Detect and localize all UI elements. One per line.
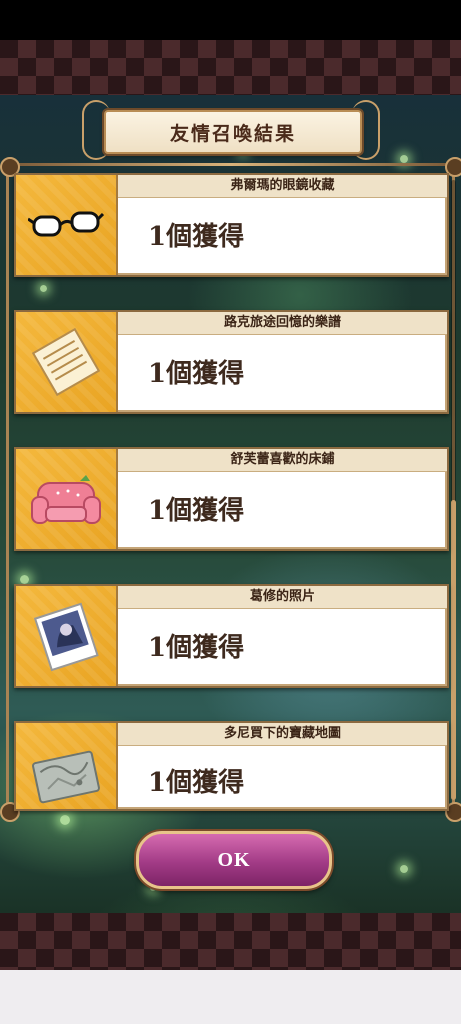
result-card: 葛修的照片 1個獲得 [14,584,449,688]
status-bar [0,0,461,40]
item-count: 1個獲得 [148,768,245,798]
frame-left [6,162,9,812]
item-name: 路克旅途回憶的樂譜 [118,312,447,335]
ok-button[interactable]: OK [136,831,332,889]
item-name: 弗爾瑪的眼鏡收藏 [118,175,447,198]
item-body: 1個獲得 [118,609,445,684]
photo-icon [33,602,99,672]
item-name: 多尼買下的寶藏地圖 [118,723,447,746]
item-count: 1個獲得 [148,222,245,252]
item-icon-frame [16,175,118,275]
item-name: 葛修的照片 [118,586,447,609]
page-title: 友情召喚結果 [104,110,362,154]
item-icon-frame [16,586,118,686]
sofa-bed-icon [31,475,101,524]
sheet-music-icon [31,327,101,397]
glasses-icon [28,211,104,237]
item-count: 1個獲得 [148,633,245,663]
navigation-area [0,970,461,1024]
item-body: 1個獲得 [118,198,445,273]
result-card: 多尼買下的寶藏地圖 1個獲得 [14,721,449,811]
result-card: 舒芙蕾喜歡的床鋪 1個獲得 [14,447,449,551]
treasure-map-icon [32,750,100,804]
frame-top [6,163,455,166]
result-card: 路克旅途回憶的樂譜 1個獲得 [14,310,449,414]
item-count: 1個獲得 [148,496,245,526]
top-pattern-band [0,40,461,95]
item-count: 1個獲得 [148,359,245,389]
item-icon-frame [16,312,118,412]
item-body: 1個獲得 [118,472,445,547]
item-body: 1個獲得 [118,335,445,410]
item-name: 舒芙蕾喜歡的床鋪 [118,449,447,472]
item-body: 1個獲得 [118,746,445,807]
scrollbar-thumb[interactable] [451,500,456,800]
item-icon-frame [16,723,118,809]
result-card: 弗爾瑪的眼鏡收藏 1個獲得 [14,173,449,277]
bottom-pattern-band [0,913,461,970]
item-icon-frame [16,449,118,549]
